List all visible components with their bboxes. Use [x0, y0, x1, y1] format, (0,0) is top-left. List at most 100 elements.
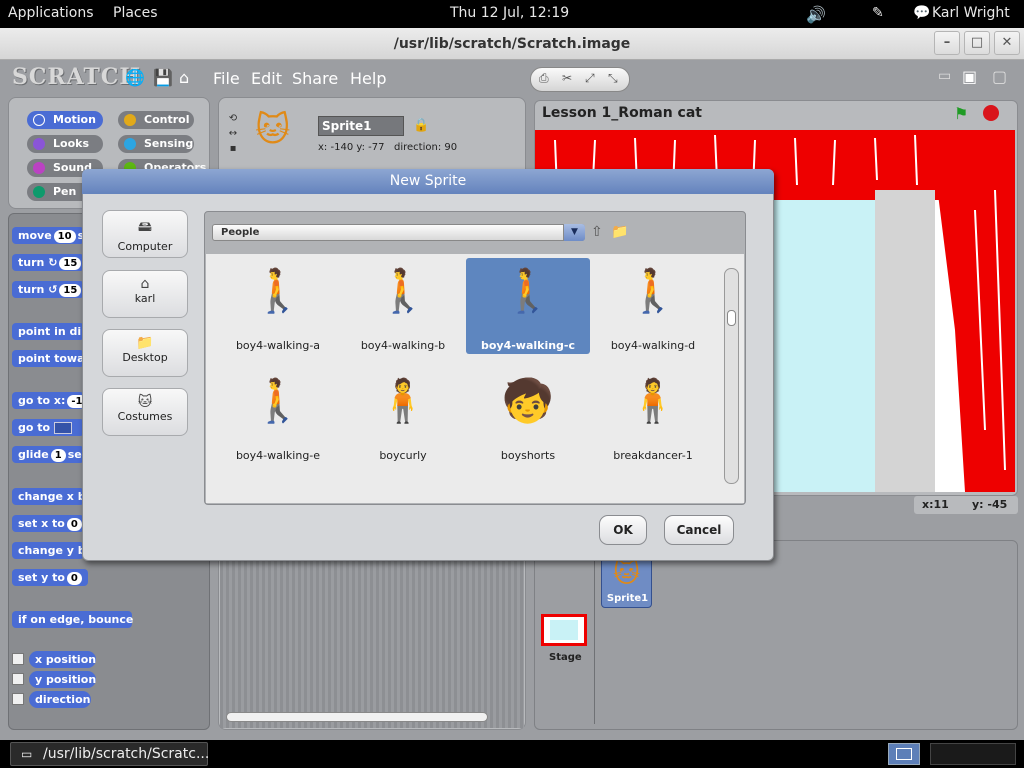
sprite-x-value: -140 [330, 142, 354, 153]
block-input[interactable]: 15 [59, 257, 82, 270]
shrink-icon[interactable]: ⤡ [608, 71, 618, 86]
direction-checkbox[interactable] [12, 693, 24, 705]
sprite-item-boy4-walking-a[interactable]: 🚶 boy4-walking-a [216, 258, 340, 354]
save-icon[interactable]: 💾 [153, 68, 173, 87]
delete-icon[interactable]: ✂ [562, 71, 572, 85]
workspace-switcher[interactable] [888, 743, 920, 765]
ok-button[interactable]: OK [599, 515, 647, 545]
category-label: Sensing [144, 137, 194, 150]
maximize-button[interactable]: □ [964, 31, 990, 55]
block-turn-right[interactable]: turn ↻ 15 [12, 254, 84, 271]
window-title: /usr/lib/scratch/Scratch.image [393, 36, 631, 52]
grow-icon[interactable]: ⤢ [585, 71, 595, 86]
share-icon[interactable]: ⌂ [179, 68, 189, 87]
folder-dropdown[interactable]: People [212, 224, 585, 241]
category-motion[interactable]: Motion [27, 111, 103, 129]
block-input[interactable]: 0 [66, 572, 82, 585]
reporter-direction[interactable]: direction [29, 691, 91, 708]
location-karl[interactable]: ⌂ karl [102, 270, 188, 318]
block-set-x[interactable]: set x to 0 [12, 515, 84, 532]
mouse-x-label: x: [922, 498, 934, 511]
minimize-button[interactable]: – [934, 31, 960, 55]
menu-edit[interactable]: Edit [251, 69, 282, 88]
location-costumes[interactable]: 🐱 Costumes [102, 388, 188, 436]
parent-folder-icon[interactable]: ⇧ [591, 224, 603, 240]
applications-menu[interactable]: Applications [8, 5, 94, 21]
block-input[interactable]: 1 [50, 449, 66, 462]
normal-stage-icon[interactable]: ▣ [962, 67, 977, 86]
block-go-to[interactable]: go to [12, 419, 84, 436]
sprite-item-boy4-walking-c[interactable]: 🚶 boy4-walking-c [466, 258, 590, 354]
block-point-towards[interactable]: point towa [12, 350, 85, 367]
sprite-item-boy4-walking-b[interactable]: 🚶 boy4-walking-b [341, 258, 465, 354]
block-turn-left[interactable]: turn ↺ 15 [12, 281, 84, 298]
globe-icon[interactable]: 🌐 [125, 68, 145, 87]
sprite-name-field[interactable]: Sprite1 [318, 116, 404, 136]
person-icon: 🚶 [251, 376, 305, 425]
volume-icon[interactable]: 🔊 [806, 5, 826, 24]
category-sensing[interactable]: Sensing [118, 135, 194, 153]
scripts-hscrollbar[interactable] [226, 712, 488, 722]
accessibility-icon[interactable]: ✎ [872, 5, 884, 21]
cancel-button[interactable]: Cancel [664, 515, 734, 545]
pen-dot [33, 186, 45, 198]
taskbar-window-button[interactable]: ▭ /usr/lib/scratch/Scratc... [10, 742, 209, 766]
block-input[interactable]: 10 [53, 230, 76, 243]
item-label: boy4-walking-b [360, 339, 446, 352]
item-label: breakdancer-1 [613, 449, 693, 462]
sprite-item-boycurly[interactable]: 🧍 boycurly [341, 368, 465, 464]
menu-share[interactable]: Share [292, 69, 338, 88]
location-label: karl [134, 292, 156, 305]
stage-thumbnail[interactable] [541, 614, 587, 646]
block-go-to-xy[interactable]: go to x: -1 [12, 392, 87, 409]
block-bounce[interactable]: if on edge, bounce [12, 611, 133, 628]
dropdown-slot[interactable] [53, 422, 72, 434]
location-computer[interactable]: 🖴 Computer [102, 210, 188, 258]
chevron-down-icon[interactable]: ▼ [563, 224, 585, 241]
menu-help[interactable]: Help [350, 69, 386, 88]
sprite-item-boyshorts[interactable]: 🧒 boyshorts [466, 368, 590, 464]
rotation-style-icons[interactable]: ⟲ ↔ ▪ [225, 111, 241, 157]
stop-icon[interactable] [983, 105, 999, 121]
scripts-area[interactable] [220, 560, 524, 728]
block-point-in-direction[interactable]: point in dir [12, 323, 87, 340]
category-looks[interactable]: Looks [27, 135, 103, 153]
category-label: Pen [53, 185, 77, 198]
places-menu[interactable]: Places [113, 5, 158, 21]
block-set-y[interactable]: set y to 0 [12, 569, 88, 586]
block-change-y[interactable]: change y b [12, 542, 86, 559]
block-glide[interactable]: glide 1 sec [12, 446, 88, 463]
block-change-x[interactable]: change x b [12, 488, 86, 505]
duplicate-icon[interactable]: ⎙ [539, 71, 549, 86]
block-text: go to x: [18, 394, 66, 407]
green-flag-icon[interactable]: ⚑ [954, 104, 968, 123]
x-position-checkbox[interactable] [12, 653, 24, 665]
reporter-x-position[interactable]: x position [29, 651, 96, 668]
presentation-icon[interactable]: ▢ [992, 67, 1007, 86]
close-button[interactable]: ✕ [994, 31, 1020, 55]
y-position-checkbox[interactable] [12, 673, 24, 685]
chat-icon[interactable]: 💬 [913, 5, 930, 21]
lock-icon[interactable]: 🔒 [413, 118, 429, 133]
reporter-y-position[interactable]: y position [29, 671, 96, 688]
location-desktop[interactable]: 📁 Desktop [102, 329, 188, 377]
grid-scroll-thumb[interactable] [727, 310, 736, 326]
sprite-tile-sprite1[interactable]: 🐱 Sprite1 [601, 556, 652, 608]
sprite-item-boy4-walking-e[interactable]: 🚶 boy4-walking-e [216, 368, 340, 464]
small-stage-icon[interactable]: ▭ [938, 68, 951, 84]
block-input[interactable]: 15 [59, 284, 82, 297]
mouse-readout: x:11 y: -45 [914, 496, 1018, 514]
menu-file[interactable]: File [213, 69, 240, 88]
clock[interactable]: Thu 12 Jul, 12:19 [450, 5, 569, 21]
workspace-2[interactable] [930, 743, 1016, 765]
user-menu[interactable]: Karl Wright [932, 5, 1010, 21]
category-control[interactable]: Control [118, 111, 194, 129]
sprite-item-boy4-walking-d[interactable]: 🚶 boy4-walking-d [591, 258, 715, 354]
sprite-thumbnail-icon: 🐱 [255, 110, 291, 150]
new-folder-icon[interactable]: 📁 [611, 224, 628, 240]
block-text: change y b [18, 544, 86, 557]
grid-vscrollbar[interactable] [724, 268, 739, 484]
sprite-item-breakdancer-1[interactable]: 🧍 breakdancer-1 [591, 368, 715, 464]
block-input[interactable]: 0 [66, 518, 82, 531]
block-move[interactable]: move 10 s [12, 227, 84, 244]
